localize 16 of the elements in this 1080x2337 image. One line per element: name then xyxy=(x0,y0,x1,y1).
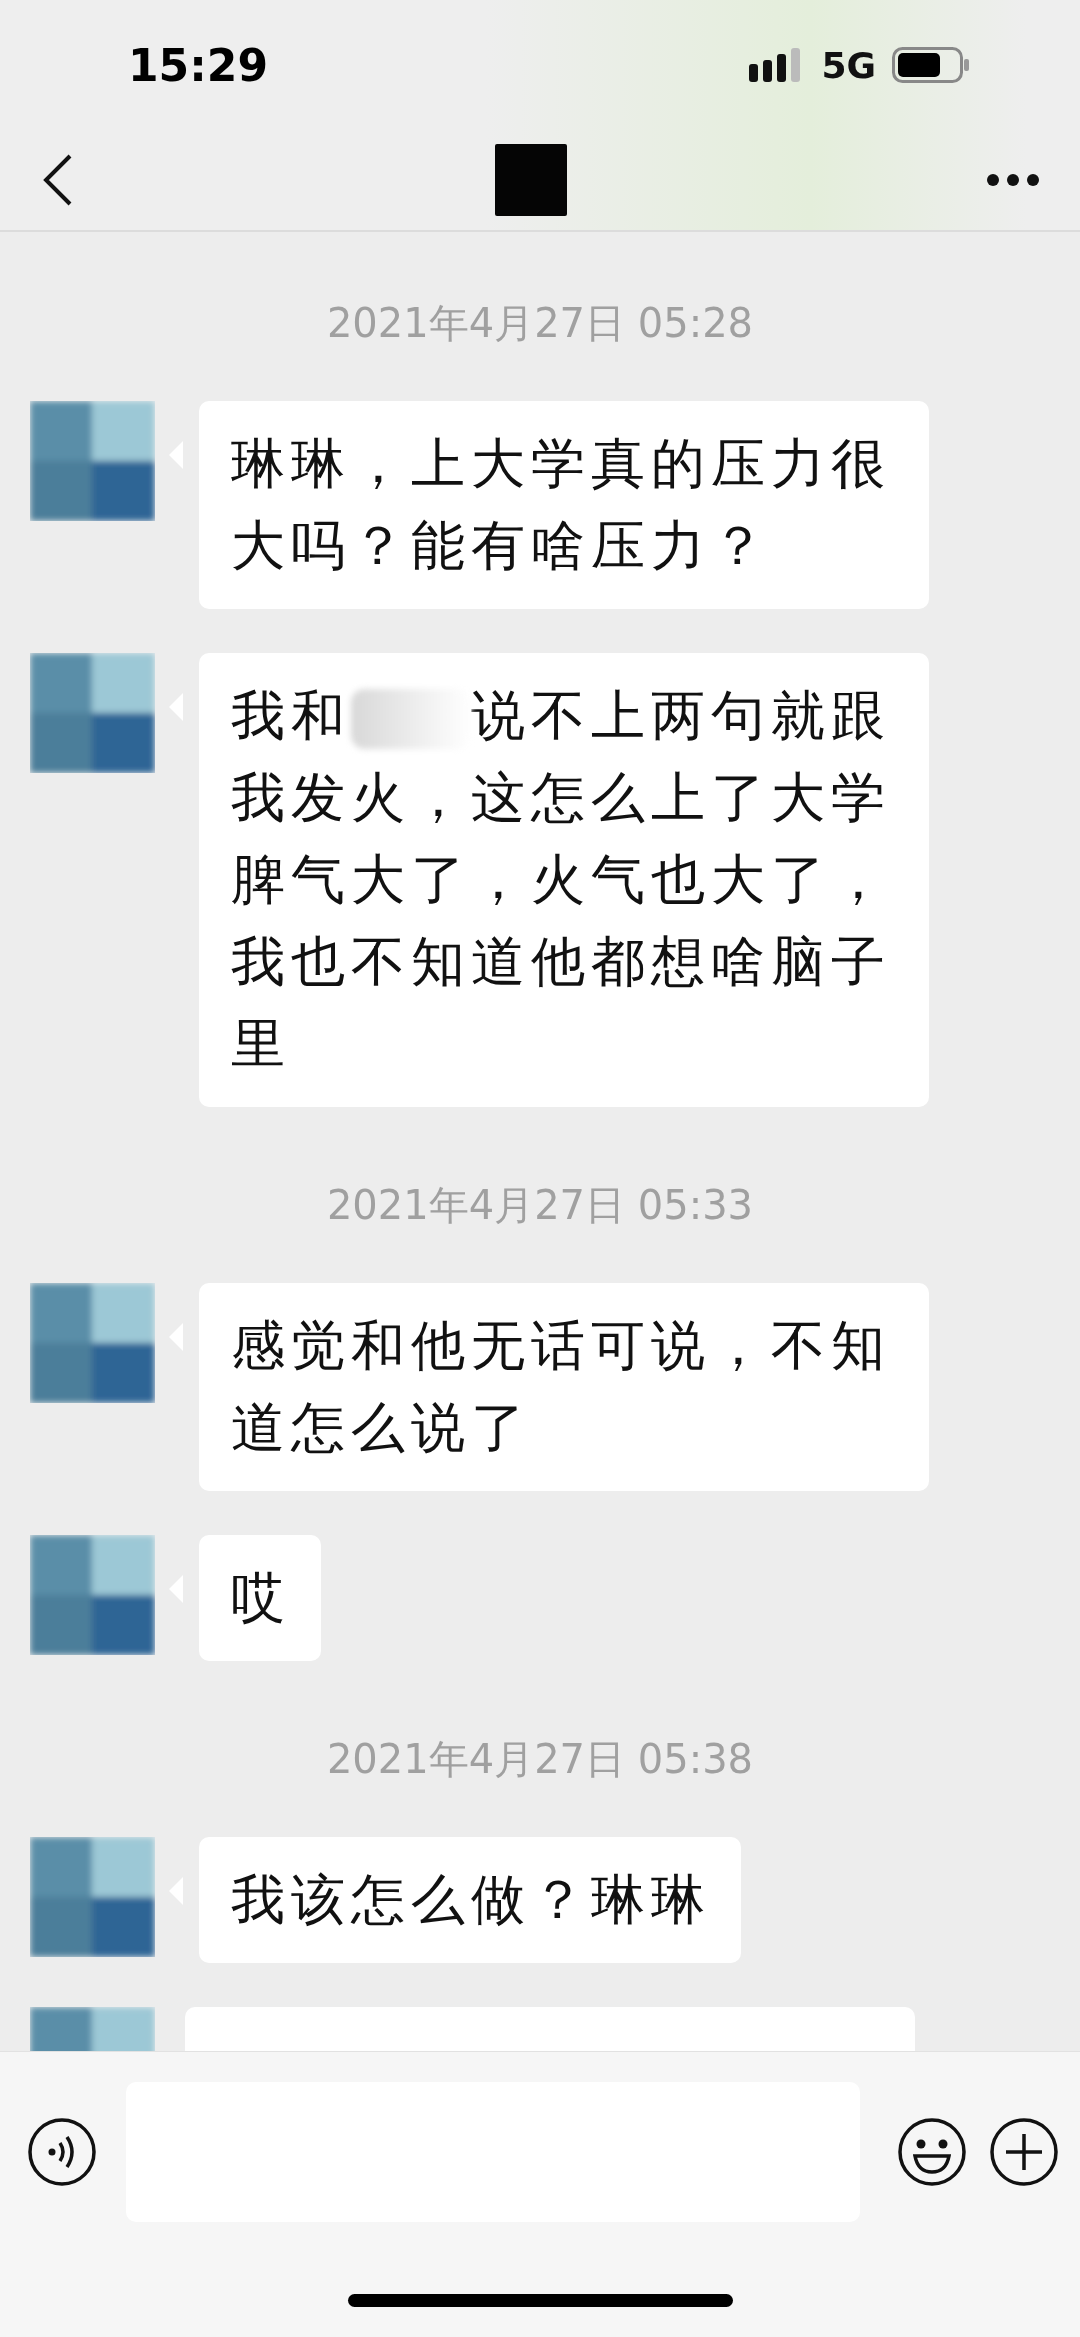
message-timestamp: 2021年4月27日 05:33 xyxy=(326,1181,754,1230)
message-bubble: 我该怎么做？琳琳 xyxy=(199,1837,741,1963)
message-timestamp: 2021年4月27日 05:38 xyxy=(326,1735,754,1784)
message-bubble: 哎 xyxy=(199,1535,321,1661)
battery-icon xyxy=(892,47,970,83)
message-bubble: 感觉和他无话可说，不知道怎么说了 xyxy=(199,1283,929,1491)
more-icon[interactable] xyxy=(986,173,1040,187)
redacted-title xyxy=(495,144,567,216)
network-type: 5G xyxy=(821,44,876,86)
message-bubble: 琳琳，上大学真的压力很大吗？能有啥压力？ xyxy=(199,401,929,609)
add-icon[interactable] xyxy=(988,2116,1060,2188)
message-bubble: 我和 说不上两句就跟我发火，这怎么上了大学脾气大了，火气也大了，我也不知道他都想啥脑子里 xyxy=(199,653,929,1107)
status-time: 15:29 xyxy=(128,39,269,91)
emoji-icon[interactable] xyxy=(896,2116,968,2188)
voice-icon[interactable] xyxy=(26,2116,98,2188)
message-timestamp: 2021年4月27日 05:28 xyxy=(326,299,754,348)
